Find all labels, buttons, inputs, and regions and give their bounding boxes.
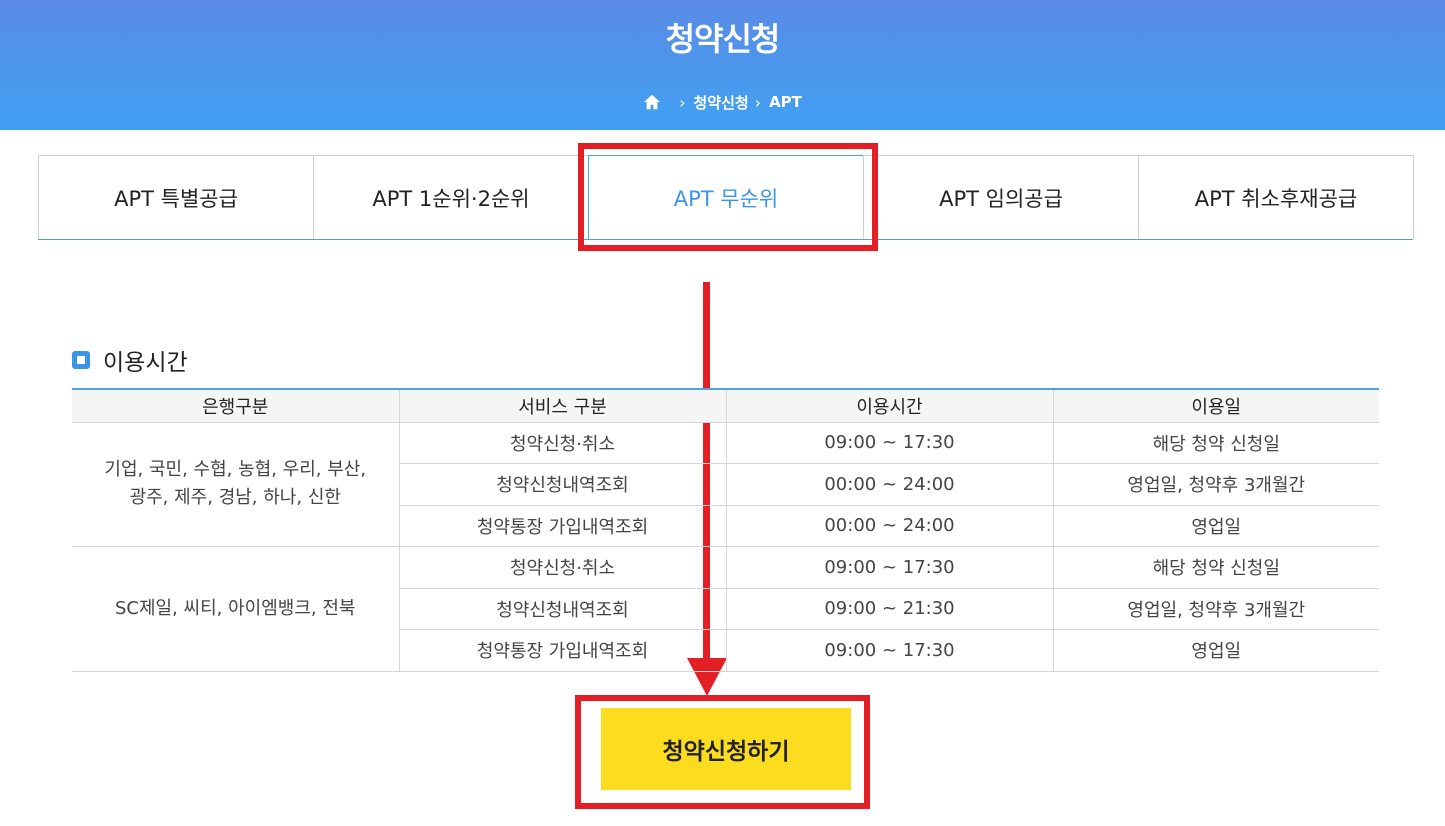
time-cell: 09:00 ~ 21:30	[725, 588, 1053, 630]
table-header-row: 은행구분 서비스 구분 이용시간 이용일	[72, 388, 1379, 423]
col-header-bank: 은행구분	[72, 388, 399, 423]
bank-list-line: SC제일, 씨티, 아이엠뱅크, 전북	[115, 597, 356, 619]
col-header-time: 이용시간	[725, 388, 1053, 423]
days-cell: 영업일, 청약후 3개월간	[1052, 463, 1379, 506]
bank-list-line: 광주, 제주, 경남, 하나, 신한	[129, 487, 341, 509]
table-row: 기업, 국민, 수협, 농협, 우리, 부산, 광주, 제주, 경남, 하나, …	[72, 422, 1379, 547]
time-cell: 09:00 ~ 17:30	[725, 629, 1053, 672]
bank-group-cell: SC제일, 씨티, 아이엠뱅크, 전북	[72, 546, 399, 672]
page-title: 청약신청	[665, 20, 781, 58]
section-heading: 이용시간	[72, 343, 188, 377]
bank-group-cell: 기업, 국민, 수협, 농협, 우리, 부산, 광주, 제주, 경남, 하나, …	[72, 422, 399, 547]
days-cell: 영업일	[1052, 629, 1379, 672]
usage-time-table: 은행구분 서비스 구분 이용시간 이용일 기업, 국민, 수협, 농협, 우리,…	[72, 388, 1379, 672]
service-cell: 청약통장 가입내역조회	[398, 629, 726, 672]
chevron-right-icon: ›	[679, 92, 686, 112]
service-cell: 청약신청내역조회	[398, 463, 726, 506]
service-cell: 청약신청내역조회	[398, 588, 726, 630]
apply-subscription-button[interactable]: 청약신청하기	[601, 708, 851, 790]
time-cell: 09:00 ~ 17:30	[725, 546, 1053, 589]
days-cell: 영업일	[1052, 505, 1379, 547]
section-title: 이용시간	[103, 350, 188, 376]
bank-list-line: 기업, 국민, 수협, 농협, 우리, 부산,	[104, 459, 367, 481]
tab-apt-rank[interactable]: APT 1순위·2순위	[313, 155, 589, 239]
tab-apt-cancel-resupply[interactable]: APT 취소후재공급	[1138, 155, 1414, 239]
col-header-days: 이용일	[1052, 388, 1379, 423]
tab-apt-optional[interactable]: APT 임의공급	[863, 155, 1139, 239]
breadcrumb-item-apply[interactable]: 청약신청	[693, 92, 748, 113]
days-cell: 해당 청약 신청일	[1052, 546, 1379, 589]
service-cell: 청약신청·취소	[398, 546, 726, 589]
tab-apt-special[interactable]: APT 특별공급	[38, 155, 314, 239]
service-cell: 청약신청·취소	[398, 422, 726, 464]
col-header-service: 서비스 구분	[398, 388, 726, 423]
breadcrumb-item-apt[interactable]: APT	[769, 93, 802, 111]
tab-highlight-box	[578, 143, 878, 251]
days-cell: 해당 청약 신청일	[1052, 422, 1379, 464]
home-icon[interactable]	[643, 93, 661, 111]
time-cell: 09:00 ~ 17:30	[725, 422, 1053, 464]
days-cell: 영업일, 청약후 3개월간	[1052, 588, 1379, 630]
table-row: SC제일, 씨티, 아이엠뱅크, 전북 청약신청·취소 09:00 ~ 17:3…	[72, 546, 1379, 672]
square-bullet-icon	[72, 351, 90, 369]
breadcrumb: › 청약신청 › APT	[0, 90, 1445, 114]
chevron-right-icon: ›	[754, 92, 762, 112]
page-banner: 청약신청 › 청약신청 › APT	[0, 0, 1445, 130]
time-cell: 00:00 ~ 24:00	[725, 463, 1053, 506]
time-cell: 00:00 ~ 24:00	[725, 505, 1053, 547]
service-cell: 청약통장 가입내역조회	[398, 505, 726, 547]
